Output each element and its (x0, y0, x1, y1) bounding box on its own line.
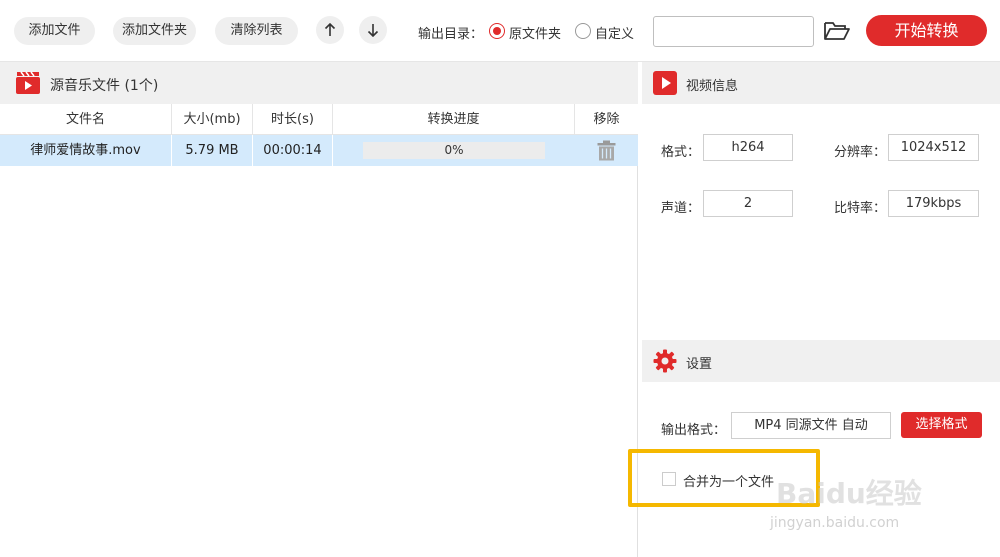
column-header-progress[interactable]: 转换进度 (333, 104, 575, 135)
bitrate-label: 比特率： (834, 201, 887, 216)
file-list-header: 源音乐文件 (1个) (0, 62, 638, 104)
file-list-panel: 源音乐文件 (1个) 文件名 大小(mb) 时长(s) 转换进度 移除 律师爱情… (0, 62, 638, 557)
browse-folder-button[interactable] (823, 20, 851, 46)
progress-bar: 0% (363, 142, 545, 159)
radio-custom-folder[interactable] (575, 23, 591, 39)
select-format-button[interactable]: 选择格式 (901, 412, 982, 438)
column-header-remove[interactable]: 移除 (575, 104, 638, 135)
clear-list-button[interactable]: 清除列表 (215, 17, 298, 45)
file-size-cell: 5.79 MB (172, 135, 253, 166)
remove-file-button[interactable] (597, 140, 616, 165)
file-name-cell: 律师爱情故事.mov (0, 135, 172, 166)
app-window: 添加文件 添加文件夹 清除列表 输出目录： 原文件夹 自定义 开始转换 源音乐文… (0, 0, 1000, 557)
music-video-icon (15, 71, 41, 99)
radio-custom-label: 自定义 (595, 27, 635, 42)
resolution-label: 分辨率： (834, 145, 887, 160)
arrow-down-icon (367, 24, 379, 37)
watermark-brand: Baidu经验 (776, 477, 922, 510)
radio-original-folder[interactable] (489, 23, 505, 39)
column-header-size[interactable]: 大小(mb) (172, 104, 253, 135)
channel-label: 声道： (661, 201, 701, 216)
start-convert-button[interactable]: 开始转换 (866, 15, 987, 46)
column-header-name[interactable]: 文件名 (0, 104, 172, 135)
output-dir-label: 输出目录： (418, 27, 484, 42)
resolution-value: 1024x512 (888, 134, 979, 161)
format-label: 格式： (661, 145, 701, 160)
file-list-title: 源音乐文件 (1个) (50, 78, 159, 94)
settings-title: 设置 (686, 357, 713, 372)
move-up-button[interactable] (316, 16, 344, 44)
settings-header: 设置 (642, 340, 1000, 382)
video-info-title: 视频信息 (686, 79, 739, 94)
output-format-value: MP4 同源文件 自动 (731, 412, 891, 439)
table-row[interactable]: 律师爱情故事.mov 5.79 MB 00:00:14 0% (0, 135, 638, 166)
column-header-duration[interactable]: 时长(s) (253, 104, 333, 135)
table-header: 文件名 大小(mb) 时长(s) 转换进度 移除 (0, 104, 638, 135)
channel-value: 2 (703, 190, 793, 217)
folder-open-icon (824, 22, 850, 40)
gear-icon (653, 349, 677, 373)
output-path-input[interactable] (653, 16, 814, 47)
toolbar: 添加文件 添加文件夹 清除列表 输出目录： 原文件夹 自定义 开始转换 (0, 0, 1000, 62)
output-format-label: 输出格式： (661, 423, 727, 438)
trash-icon (597, 140, 616, 161)
play-icon (653, 71, 677, 95)
radio-original-label: 原文件夹 (509, 27, 562, 42)
progress-text: 0% (444, 143, 464, 157)
add-file-button[interactable]: 添加文件 (14, 17, 95, 45)
format-value: h264 (703, 134, 793, 161)
add-folder-button[interactable]: 添加文件夹 (113, 17, 196, 45)
watermark-url: jingyan.baidu.com (770, 515, 900, 531)
video-info-header: 视频信息 (642, 62, 1000, 104)
arrow-up-icon (324, 23, 336, 36)
file-duration-cell: 00:00:14 (253, 135, 333, 166)
move-down-button[interactable] (359, 16, 387, 44)
bitrate-value: 179kbps (888, 190, 979, 217)
